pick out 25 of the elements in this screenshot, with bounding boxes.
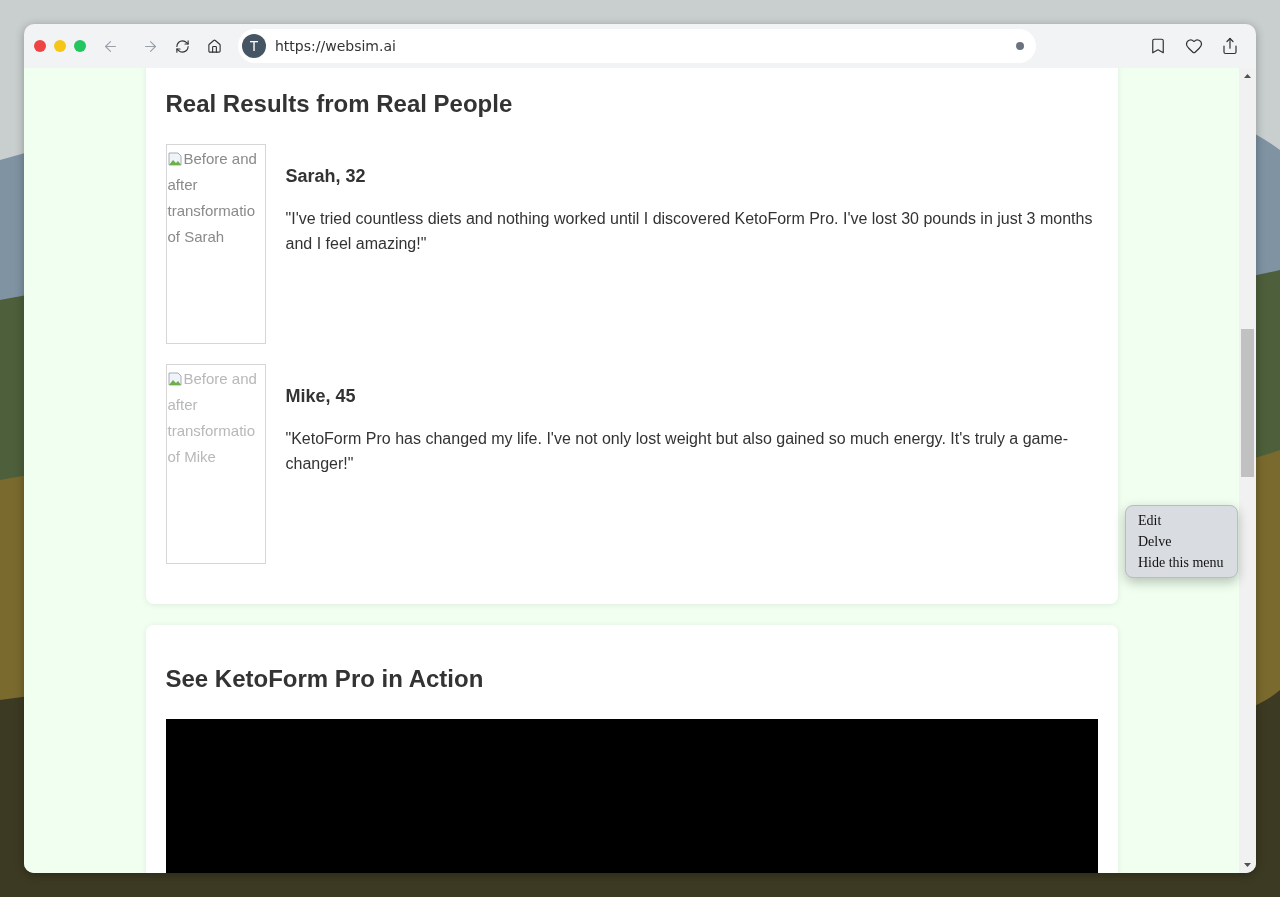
- status-dot-icon: [1016, 42, 1024, 50]
- broken-image-icon: [167, 152, 182, 166]
- share-icon[interactable]: [1221, 37, 1239, 55]
- url-text: https://websim.ai: [275, 38, 397, 54]
- scrollbar-thumb[interactable]: [1241, 329, 1254, 477]
- menu-item[interactable]: Hide this menu: [1138, 552, 1237, 573]
- testimonial-name: Sarah, 32: [285, 165, 367, 188]
- reload-icon[interactable]: [174, 38, 190, 54]
- section-heading: Real Results from Real People: [165, 89, 514, 119]
- testimonial-name: Mike, 45: [285, 385, 357, 408]
- avatar: T: [242, 34, 266, 58]
- home-icon[interactable]: [206, 38, 222, 54]
- testimonial-quote: "I've tried countless diets and nothing worked until I discovered KetoForm Pro. I've lost 30 pounds in just 3 months and I feel amazing!": [285, 209, 1094, 254]
- broken-image-icon: [167, 372, 182, 386]
- menu-item[interactable]: Edit: [1138, 510, 1237, 531]
- section-heading: See KetoForm Pro in Action: [165, 664, 485, 694]
- image-alt-text: Before and after transformatio of Mike: [167, 369, 258, 467]
- scrollbar[interactable]: [1239, 68, 1256, 873]
- bookmark-icon[interactable]: [1149, 37, 1167, 55]
- close-button[interactable]: [34, 40, 46, 52]
- address-bar[interactable]: T https://websim.ai: [238, 29, 1036, 63]
- testimonial-quote: "KetoForm Pro has changed my life. I've not only lost weight but also gained so much energy. It's truly a game-changer!": [285, 429, 1070, 474]
- image-alt-text: Before and after transformatio of Sarah: [167, 149, 258, 247]
- heart-icon[interactable]: [1185, 37, 1203, 55]
- menu-item[interactable]: Delve: [1138, 531, 1237, 552]
